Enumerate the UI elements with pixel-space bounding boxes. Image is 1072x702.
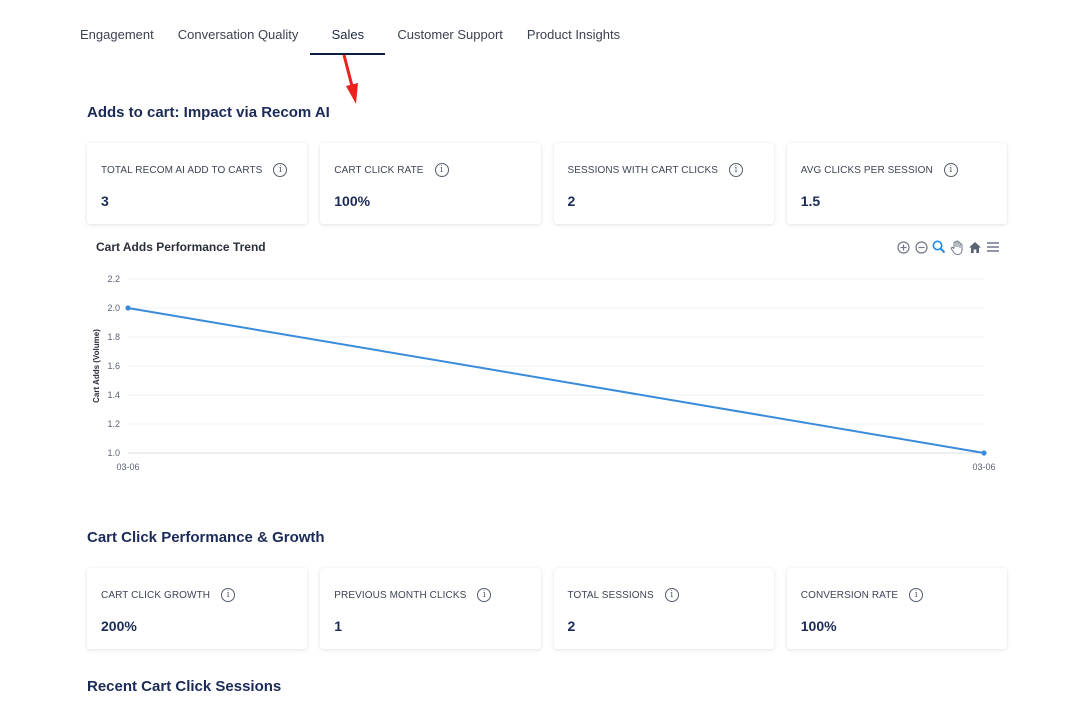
tab-sales[interactable]: Sales [310,14,386,55]
pan-hand-icon[interactable] [949,239,965,255]
kpi-card-cart-click-growth: CART CLICK GROWTH i 200% [87,568,308,649]
kpi-value: 1.5 [800,193,821,209]
kpi-value: 100% [334,193,371,209]
tab-label: Product Insights [526,27,621,42]
kpi-card-total-sessions: TOTAL SESSIONS i 2 [553,568,774,649]
kpi-card-sessions-with-cart-clicks: SESSIONS WITH CART CLICKS i 2 [553,143,774,224]
section-title-cart-click-performance: Cart Click Performance & Growth [87,529,325,546]
kpi-label: TOTAL SESSIONS [567,589,654,601]
kpi-label: CART CLICK GROWTH [101,589,211,601]
y-tick-label: 2.2 [107,274,120,284]
chart-title: Cart Adds Performance Trend [96,240,266,254]
chart-toolbar [895,239,1001,255]
info-icon[interactable]: i [273,163,288,177]
kpi-label-container: AVG CLICKS PER SESSION i [801,163,993,177]
kpi-card-conversion-rate: CONVERSION RATE i 100% [786,568,1007,649]
menu-icon[interactable] [985,239,1001,255]
tab-label: Conversation Quality [177,27,299,42]
info-icon[interactable]: i [943,163,958,177]
y-tick-label: 2.0 [107,303,120,313]
kpi-value: 1 [334,618,343,634]
zoom-out-icon[interactable] [913,239,929,255]
kpi-label-container: TOTAL RECOM AI ADD TO CARTS i [101,163,293,177]
section-title-adds-to-cart: Adds to cart: Impact via Recom AI [87,104,330,121]
data-point [125,305,131,311]
kpi-label-container: SESSIONS WITH CART CLICKS i [568,163,760,177]
y-tick-label: 1.0 [107,448,120,458]
kpi-card-previous-month-clicks: PREVIOUS MONTH CLICKS i 1 [320,568,541,649]
kpi-card-avg-clicks-per-session: AVG CLICKS PER SESSION i 1.5 [786,143,1007,224]
kpi-label-container: CONVERSION RATE i [801,588,993,602]
tab-bar: Engagement Conversation Quality Sales Cu… [68,14,632,55]
y-tick-label: 1.2 [107,419,120,429]
tab-product-insights[interactable]: Product Insights [515,14,632,55]
tab-label: Customer Support [397,27,503,42]
cart-adds-line-chart: 1.0 1.2 1.4 1.6 1.8 2.0 2.2 03-06 03-06 Cart Adds… [92,274,996,472]
info-icon[interactable]: i [909,588,924,602]
kpi-label-container: CART CLICK RATE i [334,163,526,177]
x-tick-label: 03-06 [116,462,139,472]
info-icon[interactable]: i [434,163,449,177]
tab-label: Engagement [80,27,154,42]
y-axis-label: Cart Adds (Volume) [92,329,101,403]
kpi-label: PREVIOUS MONTH CLICKS [334,589,467,601]
kpi-label: CART CLICK RATE [334,164,424,176]
y-tick-label: 1.6 [107,361,120,371]
kpi-card-cart-click-rate: CART CLICK RATE i 100% [320,143,541,224]
tab-customer-support[interactable]: Customer Support [385,14,515,55]
tab-engagement[interactable]: Engagement [68,14,166,55]
section-title-recent-sessions: Recent Cart Click Sessions [87,678,282,695]
kpi-row-cart-click-performance: CART CLICK GROWTH i 200% PREVIOUS MONTH C… [87,568,1007,649]
info-icon[interactable]: i [729,163,743,177]
selection-zoom-icon[interactable] [931,239,947,255]
kpi-value: 200% [101,618,137,634]
kpi-label: TOTAL RECOM AI ADD TO CARTS [101,164,263,176]
kpi-value: 3 [101,193,109,209]
kpi-label-container: PREVIOUS MONTH CLICKS i [334,588,526,602]
kpi-value: 2 [567,618,576,634]
tab-label: Sales [331,27,365,42]
kpi-value: 2 [567,193,576,209]
home-icon[interactable] [967,239,983,255]
series-line [127,307,985,454]
kpi-label: SESSIONS WITH CART CLICKS [567,164,718,176]
kpi-label-container: CART CLICK GROWTH i [101,588,293,602]
info-icon[interactable]: i [477,588,492,602]
info-icon[interactable]: i [664,588,679,602]
x-tick-label: 03-06 [972,462,995,472]
kpi-row-adds-to-cart: TOTAL RECOM AI ADD TO CARTS i 3 CART CLIC… [87,143,1007,224]
sales-dashboard: Engagement Conversation Quality Sales Cu… [0,0,1072,702]
info-icon[interactable]: i [221,588,236,602]
annotation-arrow-icon [342,54,358,104]
kpi-label: CONVERSION RATE [800,589,899,601]
tab-conversation-quality[interactable]: Conversation Quality [166,14,311,55]
kpi-card-total-add-to-carts: TOTAL RECOM AI ADD TO CARTS i 3 [87,143,308,224]
kpi-label-container: TOTAL SESSIONS i [568,588,760,602]
zoom-in-icon[interactable] [895,239,911,255]
kpi-value: 100% [800,618,837,634]
y-tick-label: 1.8 [107,332,120,342]
y-tick-label: 1.4 [107,390,120,400]
data-point [981,450,987,456]
kpi-label: AVG CLICKS PER SESSION [800,164,933,176]
